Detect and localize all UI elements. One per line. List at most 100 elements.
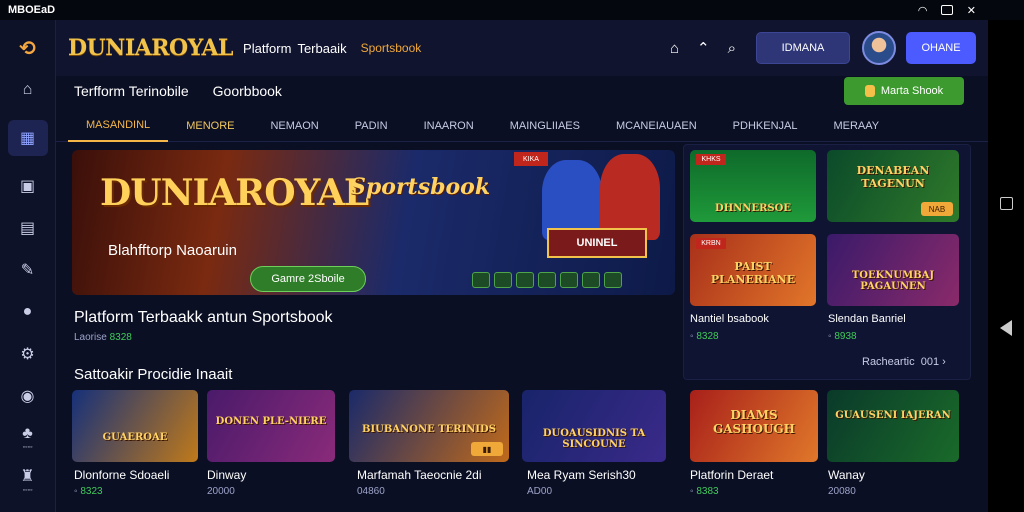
tab-6[interactable]: MAINGLIIAES bbox=[492, 110, 598, 142]
avatar[interactable] bbox=[862, 31, 896, 65]
status-bar: MBOEaD ◠ ✕ bbox=[0, 0, 1024, 20]
see-more-link[interactable]: Racheartic 001 › bbox=[862, 356, 946, 368]
info-icon[interactable]: ◉ bbox=[8, 384, 48, 408]
card-meta: 20000 bbox=[207, 486, 235, 497]
tab-8[interactable]: PDHKENJAL bbox=[715, 110, 816, 142]
card-meta: AD00 bbox=[527, 486, 553, 497]
shop-icon[interactable]: ♜ ◦◦◦◦ bbox=[8, 468, 48, 494]
promo-icon[interactable]: ♣ ◦◦◦◦ bbox=[8, 425, 48, 451]
brand-logo[interactable]: DUNIAROYAL bbox=[68, 35, 234, 61]
card-title: BIUBANONE TERINIDS bbox=[362, 424, 496, 435]
home-icon[interactable]: ⌂ bbox=[8, 78, 48, 102]
sport-icon[interactable] bbox=[472, 272, 490, 288]
card-meta: ◦ 8938 bbox=[828, 331, 857, 342]
sport-icon[interactable] bbox=[538, 272, 556, 288]
card-chip: KHKS bbox=[696, 154, 726, 165]
tab-2[interactable]: MENORE bbox=[168, 110, 252, 142]
shop-label: Marta Shook bbox=[880, 85, 944, 97]
card-chip: KRBN bbox=[696, 238, 726, 249]
sportsbook-icon[interactable]: ▦ bbox=[7, 120, 48, 156]
nav-link-platform[interactable]: Platform bbox=[243, 41, 291, 56]
card-label: Dlonforne Sdoaeli bbox=[74, 468, 170, 482]
hero-banner[interactable]: KIKA DUNIAROYAL Sportsbook Blahfftorp Na… bbox=[72, 150, 675, 295]
sub-bar: Terfform Terinobile Goorbbook Marta Shoo… bbox=[56, 76, 988, 106]
card-title: DIAMS GASHOUGH bbox=[712, 408, 796, 436]
sub-title-2[interactable]: Goorbbook bbox=[213, 83, 282, 99]
card-badge: NAB bbox=[921, 202, 953, 216]
tab-7[interactable]: MCANEIAUAEN bbox=[598, 110, 715, 142]
game-card[interactable]: DENABEAN TAGENUN NAB bbox=[827, 150, 959, 222]
wifi-icon: ◠ bbox=[918, 4, 927, 17]
sport-icons-row bbox=[472, 272, 622, 288]
game-card[interactable]: GUAUSENI IAJERAN bbox=[827, 390, 959, 462]
home-outline-icon[interactable]: ⌂ bbox=[670, 40, 679, 57]
card-title: DENABEAN TAGENUN bbox=[856, 164, 930, 190]
shop-button[interactable]: Marta Shook bbox=[844, 77, 964, 105]
battery-icon bbox=[940, 5, 953, 15]
game-card[interactable]: TOEKNUMBAJ PAGAUNEN bbox=[827, 234, 959, 306]
hero-brand: DUNIAROYAL bbox=[100, 172, 369, 214]
stats-icon[interactable]: ▤ bbox=[8, 216, 48, 240]
sport-icon[interactable] bbox=[582, 272, 600, 288]
hero-cta-button[interactable]: Gamre 2Sboile bbox=[250, 266, 366, 292]
settings-icon[interactable]: ⚙ bbox=[8, 342, 48, 366]
card-label: Wanay bbox=[828, 468, 865, 482]
search-icon[interactable]: ⌕ bbox=[728, 40, 736, 57]
back-icon[interactable] bbox=[1000, 319, 1012, 336]
category-tabs: MASANDINL MENORE NEMAON PADIN INAARON MA… bbox=[56, 110, 988, 142]
recent-apps-icon[interactable] bbox=[999, 196, 1013, 210]
hero-badge: UNINEL bbox=[547, 228, 647, 258]
game-card[interactable]: GUAEROAE bbox=[72, 390, 198, 462]
register-button[interactable]: OHANE bbox=[906, 32, 976, 64]
tab-3[interactable]: NEMAON bbox=[252, 110, 336, 142]
card-meta: 04860 bbox=[357, 486, 385, 497]
live-icon[interactable]: ▣ bbox=[8, 174, 48, 198]
tab-5[interactable]: INAARON bbox=[406, 110, 492, 142]
user-icon[interactable]: ● bbox=[8, 300, 48, 324]
chevron-up-icon[interactable]: ⌃ bbox=[697, 39, 710, 57]
sport-icon[interactable] bbox=[560, 272, 578, 288]
card-meta: ◦ 8323 bbox=[74, 486, 103, 497]
main-meta: Laorise 8328 bbox=[74, 332, 132, 343]
card-title: PAIST PLANERIANE bbox=[710, 260, 796, 286]
card-title: GUAUSENI IAJERAN bbox=[835, 410, 951, 421]
sport-icon[interactable] bbox=[494, 272, 512, 288]
sub-title-1: Terfform Terinobile bbox=[74, 83, 189, 99]
game-card[interactable]: KHKS DHNNERSOE bbox=[690, 150, 816, 222]
game-card[interactable]: DUOAUSIDNIS TA SINCOUNE bbox=[522, 390, 666, 462]
game-card[interactable]: KRBN PAIST PLANERIANE bbox=[690, 234, 816, 306]
card-title: DUOAUSIDNIS TA SINCOUNE bbox=[542, 428, 646, 450]
tab-9[interactable]: MERAAY bbox=[815, 110, 897, 142]
edit-icon[interactable]: ✎ bbox=[8, 258, 48, 282]
sport-icon[interactable] bbox=[516, 272, 534, 288]
tab-4[interactable]: PADIN bbox=[337, 110, 406, 142]
status-text: MBOEaD bbox=[8, 4, 56, 16]
card-label: Mea Ryam Serish30 bbox=[527, 468, 636, 482]
card-label: Dinway bbox=[207, 468, 247, 482]
card-label: Marfamah Taeocnie 2di bbox=[357, 468, 482, 482]
logo-icon[interactable]: ⟲ bbox=[8, 36, 48, 60]
card-label: Slendan Banriel bbox=[828, 313, 906, 325]
main-title: Platform Terbaakk antun Sportsbook bbox=[74, 309, 333, 326]
close-icon: ✕ bbox=[966, 4, 976, 17]
game-card[interactable]: BIUBANONE TERINIDS ▮▮ bbox=[349, 390, 509, 462]
card-meta: 20080 bbox=[828, 486, 856, 497]
game-card[interactable]: DIAMS GASHOUGH bbox=[690, 390, 818, 462]
login-button[interactable]: IDMANA bbox=[756, 32, 850, 64]
hero-subtitle: Sportsbook bbox=[350, 174, 491, 200]
card-title: DONEN PLE-NIERE bbox=[215, 416, 327, 427]
hero-tagline: Blahfftorp Naoaruin bbox=[108, 242, 237, 259]
card-meta: ◦ 8328 bbox=[690, 331, 719, 342]
card-title: GUAEROAE bbox=[102, 432, 168, 443]
tab-1[interactable]: MASANDINL bbox=[68, 110, 169, 142]
section-title: Sattoakir Procidie Inaait bbox=[74, 366, 233, 383]
top-bar: DUNIAROYAL Platform Terbaaik Sportsbook … bbox=[56, 20, 988, 76]
hero-chip: KIKA bbox=[514, 152, 548, 166]
game-card[interactable]: DONEN PLE-NIERE bbox=[207, 390, 335, 462]
sidebar: ⟲ ⌂ ▦ ▣ ▤ ✎ ● ⚙ ◉ ♣ ◦◦◦◦ ♜ ◦◦◦◦ bbox=[0, 20, 56, 512]
nav-link-terbaik[interactable]: Terbaaik bbox=[297, 41, 346, 56]
card-label: Platforin Deraet bbox=[690, 468, 774, 482]
nav-link-sportsbook[interactable]: Sportsbook bbox=[361, 41, 422, 55]
sport-icon[interactable] bbox=[604, 272, 622, 288]
card-meta: ◦ 8383 bbox=[690, 486, 719, 497]
